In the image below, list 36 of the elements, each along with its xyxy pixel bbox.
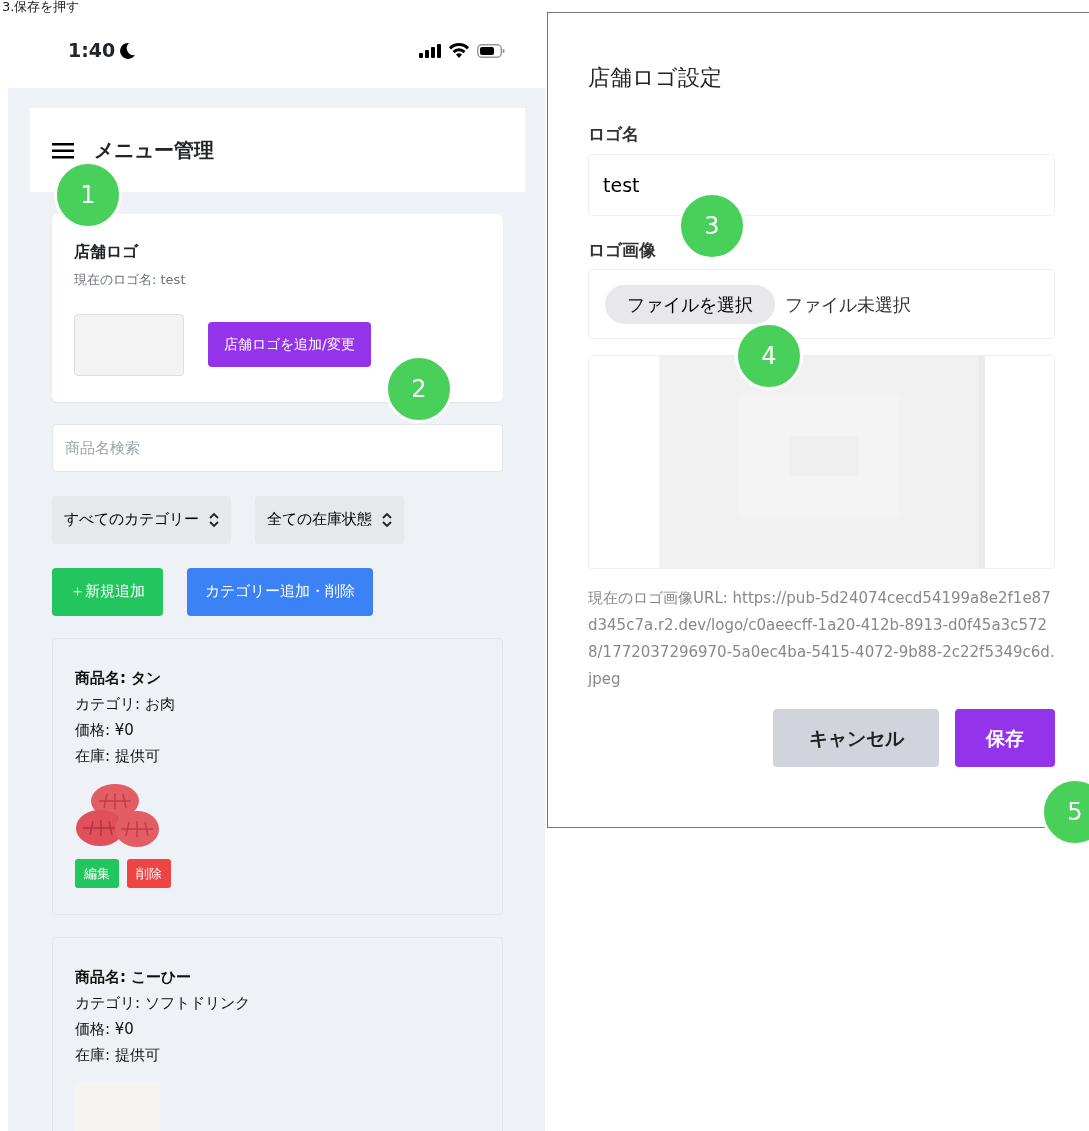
product-price: 価格: ¥0 <box>75 719 135 741</box>
product-name: 商品名: こーひー <box>75 967 193 988</box>
field-label: ロゴ画像 <box>588 238 657 262</box>
step-number: 5 <box>1041 778 1089 846</box>
moon-icon <box>119 41 136 60</box>
file-input[interactable]: ファイルを選択 ファイル未選択 <box>588 269 1055 339</box>
product-stock: 在庫: 提供可 <box>75 745 161 767</box>
product-category: カテゴリ: ソフトドリンク <box>75 993 251 1014</box>
caption: 3.保存を押す <box>1 0 81 13</box>
wifi-icon <box>449 43 469 58</box>
filter-select[interactable]: 全ての在庫状態 <box>255 495 404 544</box>
signal-icon <box>419 43 441 58</box>
choose-file-button[interactable]: ファイルを選択 <box>605 284 775 324</box>
category-button[interactable]: カテゴリー追加・削除 <box>187 567 373 616</box>
filter-select[interactable]: すべてのカテゴリー <box>52 495 231 544</box>
add-logo-button[interactable]: 店舗ロゴを追加/変更 <box>208 322 371 367</box>
status-time: 1:40 <box>68 38 116 64</box>
chevron-updown-icon <box>209 512 219 527</box>
delete-button[interactable]: 削除 <box>127 858 171 888</box>
card-title: 店舗ロゴ <box>74 241 140 263</box>
page-title: メニュー管理 <box>94 137 214 164</box>
cancel-button[interactable]: キャンセル <box>773 709 939 767</box>
product-stock: 在庫: 提供可 <box>75 1045 161 1066</box>
product-name: 商品名: タン <box>75 667 163 689</box>
logo-name-field[interactable]: test <box>588 153 1055 216</box>
logo-url-text: 現在のロゴ画像URL: https://pub-5d24074cecd54199a8e2f1e87d345c7a.r2.dev/logo/c0aeecff-1a20-412b-8913-d0f45a3c5728/1772037296970-5a0ec4ba-5415-4072-9b88-2c22f5349c6d.jpeg <box>588 588 1056 690</box>
dialog-title: 店舗ロゴ設定 <box>588 64 723 92</box>
product-category: カテゴリ: お肉 <box>75 693 176 715</box>
current-logo-name: 現在のロゴ名: test <box>74 271 187 289</box>
battery-icon <box>477 43 505 58</box>
save-button[interactable]: 保存 <box>955 709 1055 767</box>
field-label: ロゴ名 <box>588 123 640 146</box>
file-status: ファイル未選択 <box>785 292 911 317</box>
chevron-updown-icon <box>382 512 392 527</box>
product-price: 価格: ¥0 <box>75 1019 135 1040</box>
search-field[interactable]: 商品名検索 <box>52 423 503 472</box>
